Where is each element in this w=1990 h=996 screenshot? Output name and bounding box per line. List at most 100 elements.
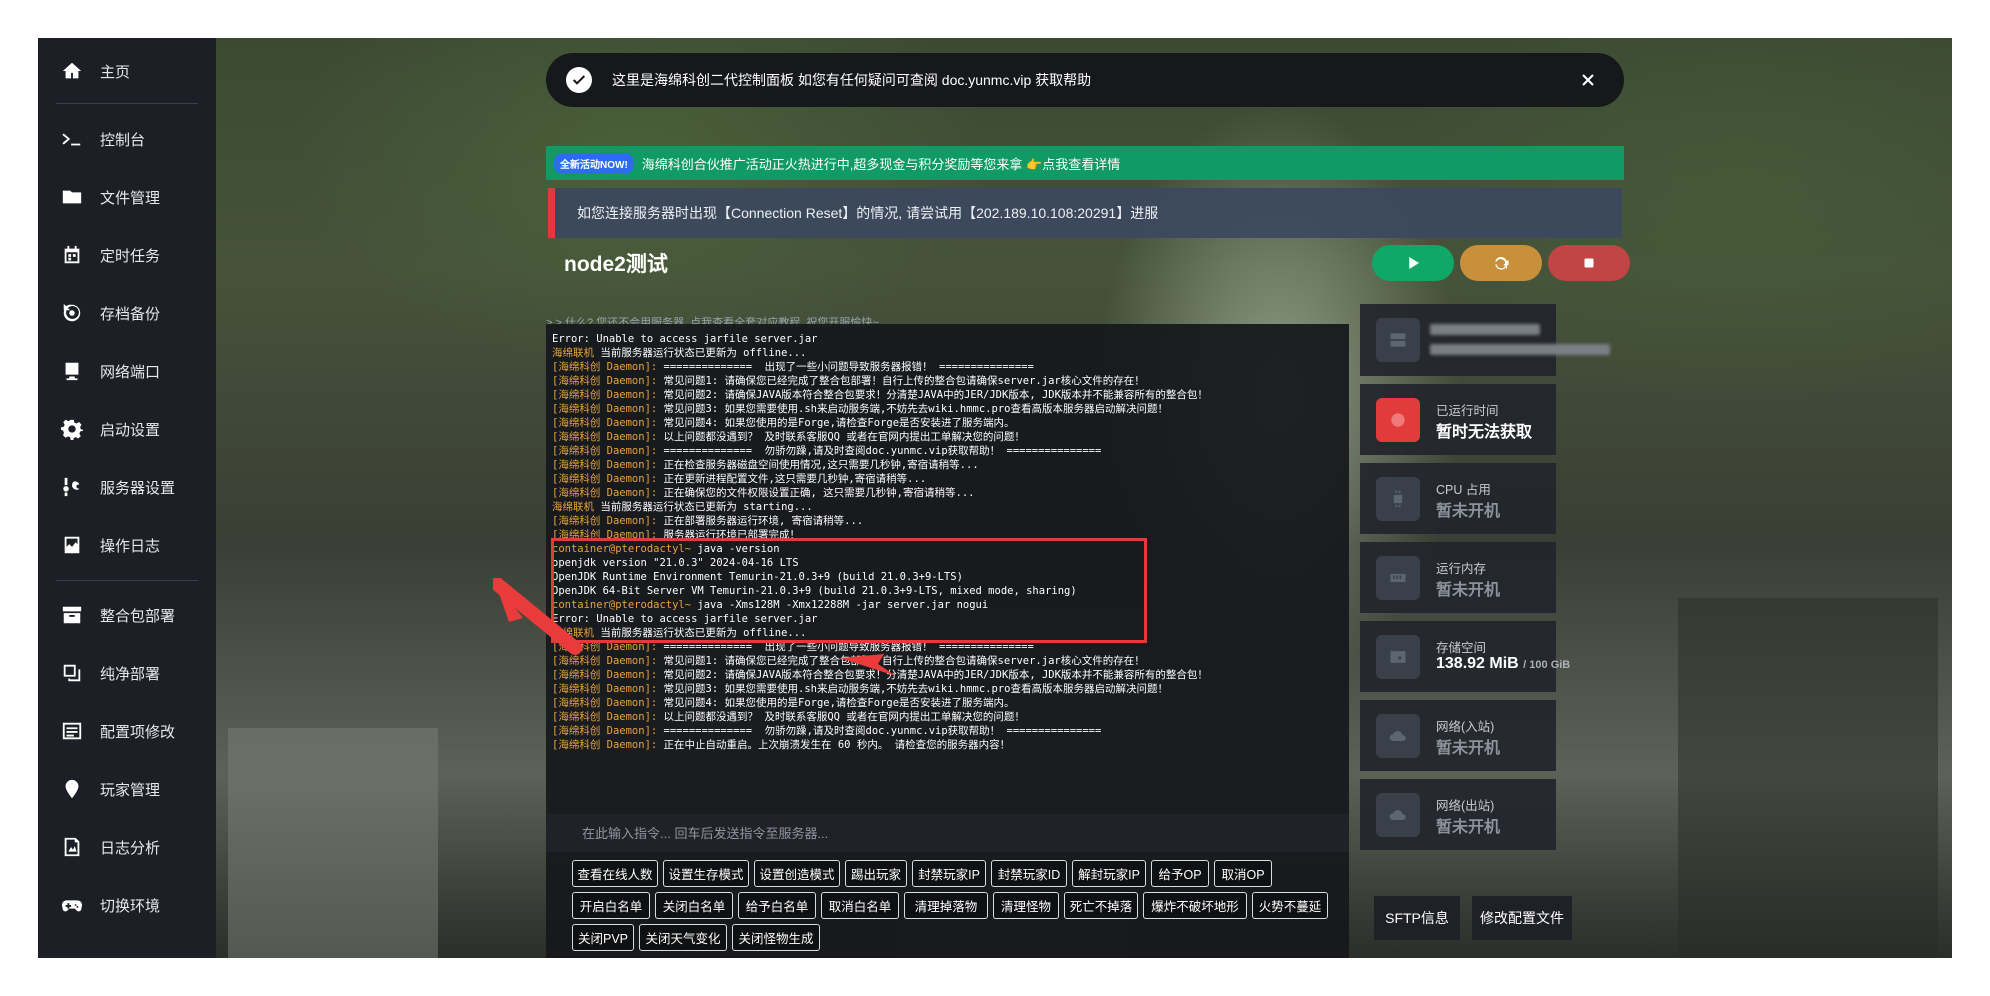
start-button[interactable] (1372, 245, 1454, 281)
gamepad-icon (60, 893, 84, 917)
quick-command-button[interactable]: 关闭白名单 (655, 892, 733, 919)
sftp-info-button[interactable]: SFTP信息 (1374, 896, 1460, 940)
nav-divider (56, 580, 198, 581)
nav-item-files[interactable]: 文件管理 (38, 174, 216, 220)
nav-item-startup[interactable]: 启动设置 (38, 406, 216, 452)
sidebar: 主页 控制台 文件管理 定时任务 存档备份 网络端口 启动设置 服务器设置 操作… (38, 38, 216, 958)
nav-item-schedules[interactable]: 定时任务 (38, 232, 216, 278)
quick-command-button[interactable]: 封禁玩家IP (912, 860, 986, 887)
console-line-prefix: [海绵科创 Daemon]: (552, 375, 658, 387)
nav-item-config-edit[interactable]: 配置项修改 (38, 708, 216, 754)
scene-stone-block (228, 728, 438, 958)
console-line: [海绵科创 Daemon]: 正在部署服务器运行环境, 寄宿请稍等... (552, 514, 1208, 528)
console-line-prefix: [海绵科创 Daemon]: (552, 361, 658, 373)
console-line: [海绵科创 Daemon]: 常见问题1: 请确保您已经完成了整合包部署！自行上… (552, 374, 1208, 388)
quick-command-button[interactable]: 封禁玩家ID (991, 860, 1067, 887)
network-in-card: 网络(入站) 暂未开机 (1360, 700, 1556, 771)
quick-command-button[interactable]: 踢出玩家 (845, 860, 907, 887)
restart-icon (1495, 256, 1509, 270)
quick-command-button[interactable]: 解封玩家IP (1072, 860, 1146, 887)
console-line-text: 以上问题都没遇到？ 及时联系客服QQ 或者在官网内提出工单解决您的问题！ (657, 431, 1025, 443)
quick-command-button[interactable]: 设置创造模式 (754, 860, 840, 887)
nav-item-players[interactable]: 玩家管理 (38, 766, 216, 812)
quick-command-button[interactable]: 关闭怪物生成 (732, 924, 820, 951)
console-line-prefix: [海绵科创 Daemon]: (552, 417, 658, 429)
quick-command-button[interactable]: 取消白名单 (821, 892, 899, 919)
disk-icon (1376, 635, 1420, 679)
console-line: [海绵科创 Daemon]: 正在中止自动重启。上次崩溃发生在 60 秒内。 请… (552, 738, 1208, 752)
command-input-wrapper (546, 814, 1349, 852)
console-line-text: 常见问题4: 如果您使用的是Forge,请检查Forge是否安装进了服务端内。 (657, 697, 1015, 709)
highlight-box (551, 538, 1147, 643)
uptime-card: 已运行时间 暂时无法获取 (1360, 384, 1556, 455)
promo-text: 海绵科创合伙推广活动正火热进行中,超多现金与积分奖励等您来拿 👉点我查看详情 (641, 156, 1121, 172)
cloud-upload-icon (1376, 793, 1420, 837)
quick-command-button[interactable]: 设置生存模式 (663, 860, 749, 887)
console-line-prefix: 海绵联机 (552, 347, 594, 359)
home-icon (60, 59, 84, 83)
console-line-prefix: [海绵科创 Daemon]: (552, 487, 658, 499)
console-line: 海绵联机 当前服务器运行状态已更新为 starting... (552, 500, 1208, 514)
nav-item-backups[interactable]: 存档备份 (38, 290, 216, 336)
quick-command-button[interactable]: 清理怪物 (993, 892, 1059, 919)
close-icon[interactable] (1578, 70, 1598, 90)
nav-item-network[interactable]: 网络端口 (38, 348, 216, 394)
activity-icon (60, 533, 84, 557)
notice-toast: 这里是海绵科创二代控制面板 如您有任何疑问可查阅 doc.yunmc.vip 获… (546, 53, 1624, 107)
quick-command-button[interactable]: 查看在线人数 (572, 860, 658, 887)
quick-command-button[interactable]: 清理掉落物 (904, 892, 988, 919)
console-line-prefix: [海绵科创 Daemon]: (552, 445, 658, 457)
console-line-text: 常见问题4: 如果您使用的是Forge,请检查Forge是否安装进了服务端内。 (657, 417, 1015, 429)
promo-banner[interactable]: 全新活动NOW! 海绵科创合伙推广活动正火热进行中,超多现金与积分奖励等您来拿 … (546, 146, 1624, 180)
console-line: [海绵科创 Daemon]: ============== 勿骄勿躁,请及时查阅… (552, 444, 1208, 458)
cpu-icon (1376, 477, 1420, 521)
connection-alert: 如您连接服务器时出现【Connection Reset】的情况, 请尝试用【20… (548, 188, 1622, 238)
console-line-prefix: [海绵科创 Daemon]: (552, 403, 658, 415)
nav-item-modpack-deploy[interactable]: 整合包部署 (38, 592, 216, 638)
list-icon (60, 719, 84, 743)
console-line-text: 常见问题3: 如果您需要使用.sh来启动服务端,不妨先去wiki.hmmc.pr… (657, 403, 1168, 415)
gear-icon (60, 417, 84, 441)
quick-command-button[interactable]: 给予OP (1151, 860, 1209, 887)
console-line: [海绵科创 Daemon]: 以上问题都没遇到？ 及时联系客服QQ 或者在官网内… (552, 710, 1208, 724)
nav-item-activity-log[interactable]: 操作日志 (38, 522, 216, 568)
nav-item-vanilla-deploy[interactable]: 纯净部署 (38, 650, 216, 696)
nav-item-console[interactable]: 控制台 (38, 116, 216, 162)
server-icon (1376, 318, 1420, 362)
console-line: [海绵科创 Daemon]: 常见问题3: 如果您需要使用.sh来启动服务端,不… (552, 402, 1208, 416)
console-line-text: 正在部署服务器运行环境, 寄宿请稍等... (657, 515, 864, 527)
stop-button[interactable] (1548, 245, 1630, 281)
red-arrow-annotation (493, 578, 582, 655)
console-line-text: ============== 勿骄勿躁,请及时查阅doc.yunmc.vip获取… (657, 725, 1102, 737)
console-line: [海绵科创 Daemon]: ============== 勿骄勿躁,请及时查阅… (552, 724, 1208, 738)
nav-divider (56, 103, 198, 104)
nav-item-log-analysis[interactable]: 日志分析 (38, 824, 216, 870)
console-line: [海绵科创 Daemon]: ============== 出现了一些小问题导致… (552, 360, 1208, 374)
storage-value: 138.92 MiB / 100 GiB (1436, 655, 1571, 672)
restart-button[interactable] (1460, 245, 1542, 281)
edit-config-button[interactable]: 修改配置文件 (1472, 896, 1572, 940)
quick-command-button[interactable]: 取消OP (1214, 860, 1272, 887)
quick-command-button[interactable]: 火势不蔓延 (1252, 892, 1328, 919)
console-line: Error: Unable to access jarfile server.j… (552, 332, 1208, 346)
console-line-text: 常见问题1: 请确保您已经完成了整合包部署！自行上传的整合包请确保server.… (657, 655, 1145, 667)
quick-command-button[interactable]: 关闭天气变化 (639, 924, 727, 951)
console-line-text: 常见问题2: 请确保JAVA版本符合整合包要求！分清楚JAVA中的JER/JDK… (657, 669, 1208, 681)
archive-icon (60, 603, 84, 627)
console-line-prefix: 海绵联机 (552, 501, 594, 513)
console-line-text: 以上问题都没遇到？ 及时联系客服QQ 或者在官网内提出工单解决您的问题！ (657, 711, 1025, 723)
nav-item-server-settings[interactable]: 服务器设置 (38, 464, 216, 510)
quick-command-button[interactable]: 给予白名单 (738, 892, 816, 919)
nav-item-switch-env[interactable]: 切换环境 (38, 882, 216, 928)
nav-item-home[interactable]: 主页 (38, 48, 216, 94)
redacted-server-address (1430, 344, 1610, 355)
command-input[interactable] (546, 814, 1349, 852)
console-line: [海绵科创 Daemon]: 常见问题3: 如果您需要使用.sh来启动服务端,不… (552, 682, 1208, 696)
quick-command-button[interactable]: 开启白名单 (572, 892, 650, 919)
quick-command-button[interactable]: 爆炸不破坏地形 (1143, 892, 1247, 919)
quick-command-button[interactable]: 死亡不掉落 (1064, 892, 1138, 919)
uptime-value: 暂时无法获取 (1436, 424, 1533, 441)
terminal-icon (60, 127, 84, 151)
console-line-text: Error: Unable to access jarfile server.j… (552, 333, 818, 345)
quick-command-button[interactable]: 关闭PVP (572, 924, 634, 951)
